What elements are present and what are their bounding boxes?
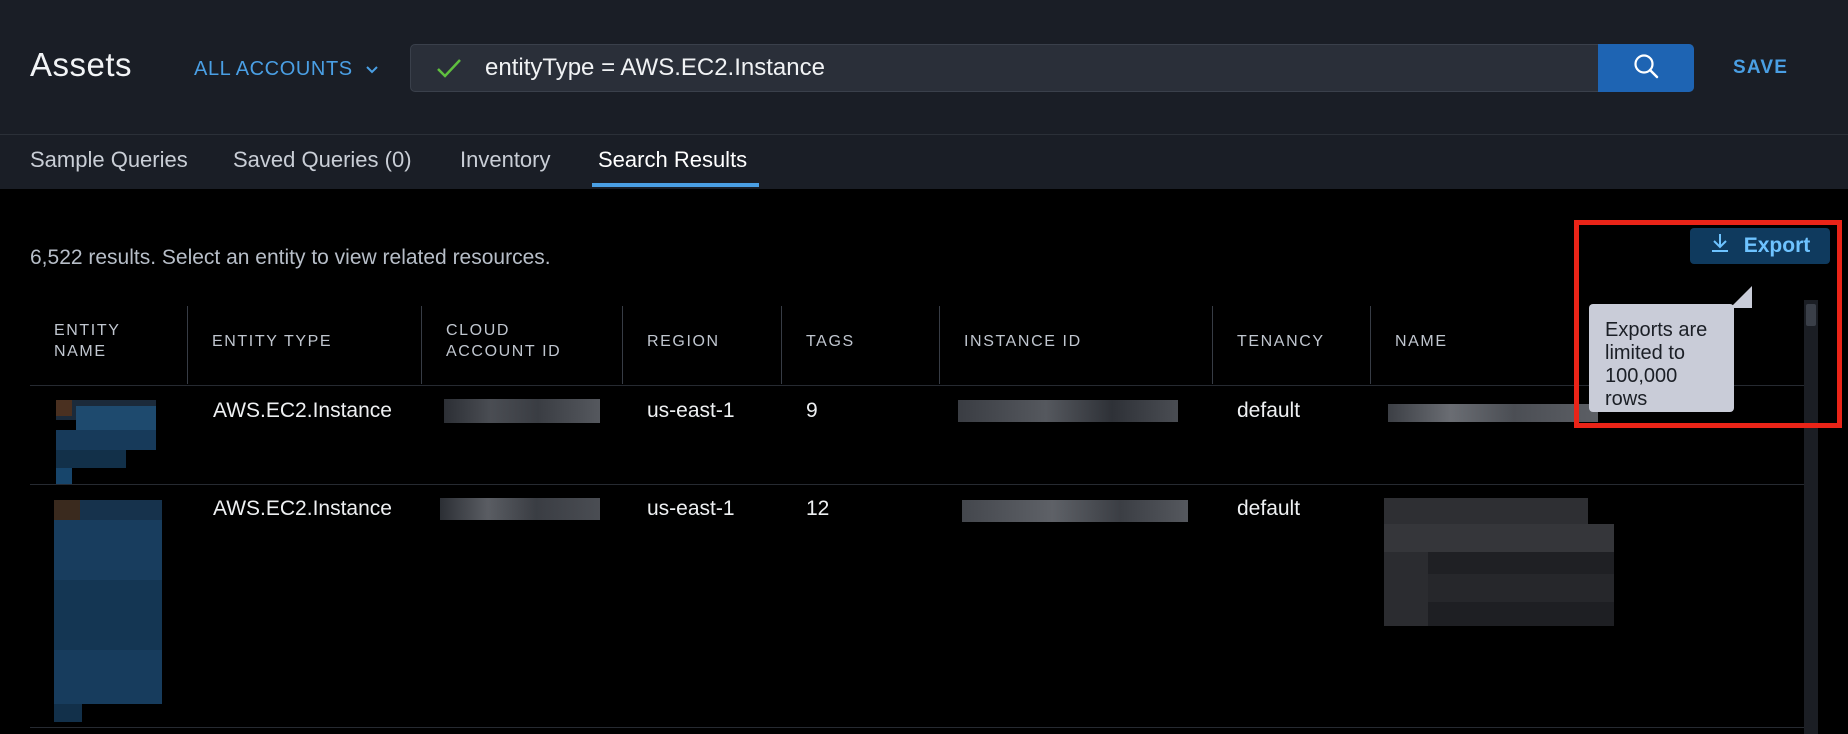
search-icon <box>1632 52 1660 85</box>
tenancy-cell: default <box>1237 497 1301 520</box>
table-row-divider <box>30 385 1805 386</box>
cloud-account-id-redacted <box>440 498 600 520</box>
column-divider[interactable] <box>187 306 188 384</box>
entity-type-cell: AWS.EC2.Instance <box>213 497 392 520</box>
save-button[interactable]: SAVE <box>1733 57 1788 79</box>
export-tooltip: Exports are limited to 100,000 rows <box>1589 304 1734 412</box>
instance-id-redacted <box>958 400 1178 422</box>
column-divider[interactable] <box>1212 306 1213 384</box>
search-button[interactable] <box>1598 44 1694 92</box>
column-divider[interactable] <box>1370 306 1371 384</box>
column-divider[interactable] <box>939 306 940 384</box>
region-cell: us-east-1 <box>647 497 735 520</box>
table-row-divider <box>30 727 1805 728</box>
search-input[interactable]: entityType = AWS.EC2.Instance <box>485 45 1693 91</box>
column-header-region[interactable]: REGION <box>647 331 720 352</box>
name-redacted <box>1388 404 1598 422</box>
instance-id-redacted <box>962 500 1188 522</box>
tab-bar: Sample Queries Saved Queries (0) Invento… <box>0 135 1848 189</box>
name-redacted <box>1384 498 1614 626</box>
entity-name-redacted[interactable] <box>52 498 162 724</box>
table-scrollbar[interactable] <box>1804 300 1818 734</box>
export-button[interactable]: Export <box>1690 228 1830 264</box>
region-cell: us-east-1 <box>647 399 735 422</box>
column-header-entity-type[interactable]: ENTITY TYPE <box>212 331 332 352</box>
column-divider[interactable] <box>421 306 422 384</box>
tooltip-arrow <box>1730 286 1752 308</box>
account-selector[interactable]: ALL ACCOUNTS <box>194 58 379 81</box>
column-header-tags[interactable]: TAGS <box>806 331 855 352</box>
results-summary: 6,522 results. Select an entity to view … <box>30 246 551 269</box>
tags-cell: 9 <box>806 399 818 422</box>
cloud-account-id-redacted <box>444 399 600 423</box>
column-header-cloud-account-id[interactable]: CLOUD ACCOUNT ID <box>446 320 566 362</box>
account-selector-label: ALL ACCOUNTS <box>194 58 353 80</box>
active-tab-indicator <box>592 183 759 187</box>
table-row-divider <box>30 484 1805 485</box>
column-header-name[interactable]: NAME <box>1395 331 1448 352</box>
query-search-bar[interactable]: entityType = AWS.EC2.Instance <box>410 44 1694 92</box>
tenancy-cell: default <box>1237 399 1301 422</box>
export-label: Export <box>1743 234 1811 257</box>
tab-saved-queries[interactable]: Saved Queries (0) <box>233 147 412 173</box>
scrollbar-thumb[interactable] <box>1806 304 1816 326</box>
column-divider[interactable] <box>622 306 623 384</box>
check-icon <box>435 54 463 82</box>
page-title: Assets <box>30 46 133 83</box>
app-header: Assets ALL ACCOUNTS entityType = AWS.EC2… <box>0 0 1848 134</box>
tags-cell: 12 <box>806 497 830 520</box>
column-header-tenancy[interactable]: TENANCY <box>1237 331 1325 352</box>
entity-name-redacted[interactable] <box>52 398 182 486</box>
column-divider[interactable] <box>781 306 782 384</box>
results-table: ENTITY NAME ENTITY TYPE CLOUD ACCOUNT ID… <box>30 302 1805 734</box>
download-icon <box>1710 232 1730 260</box>
tab-inventory[interactable]: Inventory <box>460 147 551 173</box>
column-header-entity-name[interactable]: ENTITY NAME <box>54 320 164 362</box>
chevron-down-icon <box>365 58 379 81</box>
tab-search-results[interactable]: Search Results <box>598 147 747 173</box>
entity-type-cell: AWS.EC2.Instance <box>213 399 392 422</box>
tab-sample-queries[interactable]: Sample Queries <box>30 147 188 173</box>
column-header-instance-id[interactable]: INSTANCE ID <box>964 331 1082 352</box>
